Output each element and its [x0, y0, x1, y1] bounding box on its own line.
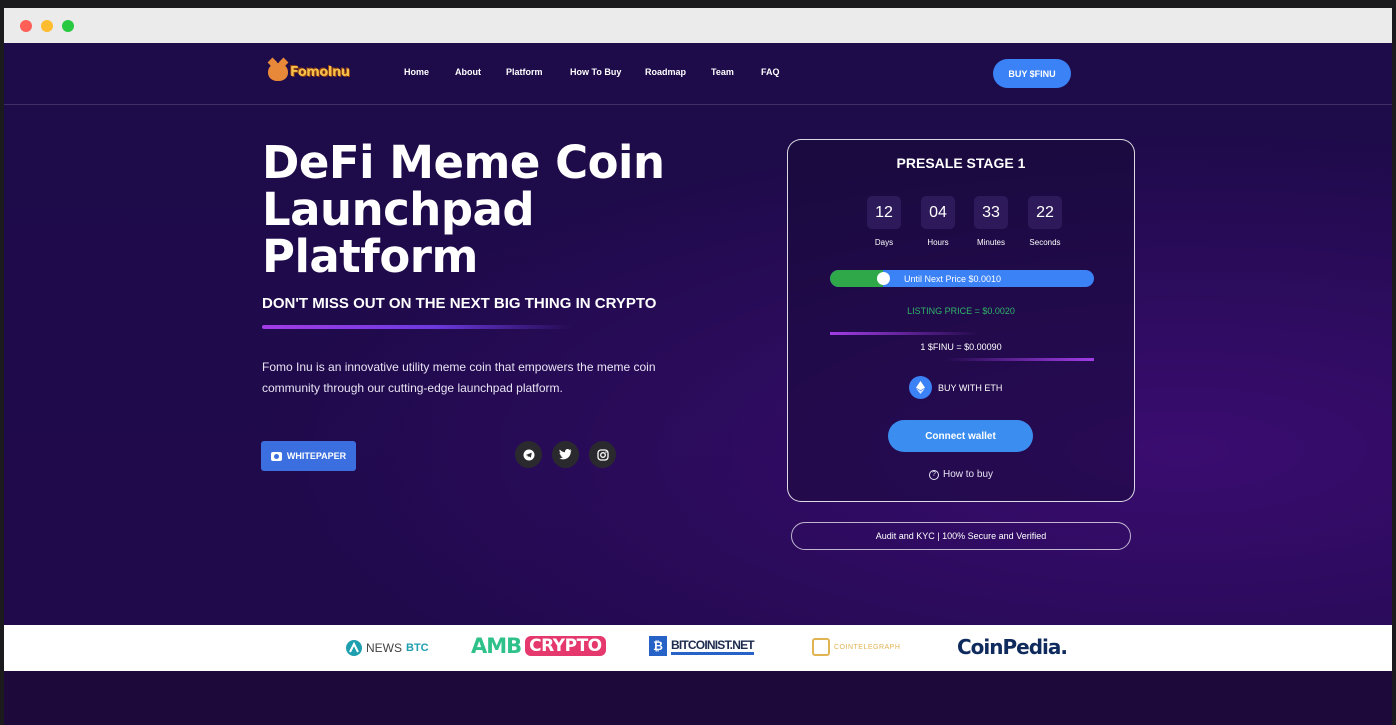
instagram-button[interactable]: [589, 441, 616, 468]
how-to-buy-label: How to buy: [942, 469, 994, 480]
hero-title: DeFi Meme Coin Launchpad Platform: [262, 136, 665, 283]
presale-title: PRESALE STAGE 1: [896, 155, 1026, 171]
nav-link-platform[interactable]: Platform: [506, 67, 543, 77]
progress-knob: [876, 272, 890, 285]
cointelegraph-text: COINTELEGRAPH: [834, 643, 901, 651]
presale-progress-bar: Until Next Price $0.0010: [830, 270, 1094, 287]
close-window-button[interactable]: [20, 20, 32, 32]
nav-link-how-to-buy[interactable]: How To Buy: [570, 67, 621, 77]
countdown-seconds-value: 22: [1028, 196, 1062, 229]
newsbtc-text-b: BTC: [406, 642, 429, 654]
amb-text: AMB: [471, 634, 522, 658]
ambcrypto-logo[interactable]: AMB CRYPTO: [471, 634, 606, 658]
question-icon: ?: [928, 469, 939, 480]
progress-fill: [830, 270, 883, 287]
bitcoin-icon: ₿: [649, 636, 667, 656]
nav-link-faq[interactable]: FAQ: [761, 67, 780, 77]
next-section: [4, 671, 1392, 725]
listing-price: LISTING PRICE = $0.0020: [907, 306, 1015, 316]
instagram-icon: [596, 448, 609, 461]
bitcoinist-logo[interactable]: ₿ BITCOINIST.NET: [649, 636, 755, 656]
newsbtc-text-a: NEWS: [366, 641, 402, 655]
browser-window: FomoInu Home About Platform How To Buy R…: [4, 8, 1392, 725]
coinpedia-logo[interactable]: CoinPedia.: [957, 635, 1068, 659]
token-rate: 1 $FINU = $0.00090: [920, 342, 1002, 352]
logo-text: FomoInu: [290, 64, 350, 80]
maximize-window-button[interactable]: [62, 20, 74, 32]
newsbtc-icon: [346, 640, 362, 656]
cointelegraph-logo[interactable]: COINTELEGRAPH: [812, 638, 900, 656]
nav-link-roadmap[interactable]: Roadmap: [645, 67, 686, 77]
countdown-days-label: Days: [874, 238, 894, 247]
buy-with-eth-label: BUY WITH ETH: [938, 382, 1003, 393]
twitter-icon: [559, 449, 572, 460]
coinpedia-text: CoinPedia.: [957, 635, 1068, 659]
document-icon: [270, 451, 282, 461]
buy-finu-button[interactable]: BUY $FINU: [993, 59, 1071, 88]
crypto-text: CRYPTO: [525, 636, 606, 656]
countdown-hours-label: Hours: [927, 238, 949, 247]
subtitle-underline: [262, 325, 572, 329]
progress-text: Until Next Price $0.0010: [904, 274, 1002, 284]
bitcoinist-text: BITCOINIST.NET: [671, 638, 755, 655]
telegram-icon: [523, 449, 534, 460]
connect-wallet-button[interactable]: Connect wallet: [888, 420, 1033, 452]
press-logos-strip: NEWS BTC AMB CRYPTO ₿ BITCOINIST.NET COI…: [4, 625, 1392, 671]
buy-with-eth-option[interactable]: BUY WITH ETH: [909, 376, 1002, 399]
how-to-buy-link[interactable]: ? How to buy: [788, 469, 1134, 480]
audit-badge: Audit and KYC | 100% Secure and Verified: [791, 522, 1131, 550]
presale-card: PRESALE STAGE 1 12 04 33 22 Days Hours M…: [787, 139, 1135, 502]
countdown-minutes-value: 33: [974, 196, 1008, 229]
nav-link-home[interactable]: Home: [404, 67, 429, 77]
nav-link-about[interactable]: About: [455, 67, 481, 77]
hero-subtitle: DON'T MISS OUT ON THE NEXT BIG THING IN …: [262, 295, 657, 312]
minimize-window-button[interactable]: [41, 20, 53, 32]
navbar: FomoInu Home About Platform How To Buy R…: [4, 43, 1392, 105]
countdown-hours-value: 04: [921, 196, 955, 229]
ethereum-icon: [909, 376, 932, 399]
cointelegraph-icon: [812, 638, 830, 656]
whitepaper-label: WHITEPAPER: [286, 451, 347, 461]
divider-line: [830, 332, 980, 335]
countdown-days-value: 12: [867, 196, 901, 229]
dog-logo-icon: [268, 63, 288, 81]
hero-section: FomoInu Home About Platform How To Buy R…: [4, 43, 1392, 625]
nav-link-team[interactable]: Team: [711, 67, 734, 77]
telegram-button[interactable]: [515, 441, 542, 468]
countdown-minutes-label: Minutes: [976, 238, 1005, 247]
twitter-button[interactable]: [552, 441, 579, 468]
browser-chrome: [4, 8, 1392, 43]
newsbtc-logo[interactable]: NEWS BTC: [346, 640, 429, 656]
divider-line: [944, 358, 1094, 361]
countdown-seconds-label: Seconds: [1029, 238, 1061, 247]
hero-description: Fomo Inu is an innovative utility meme c…: [262, 360, 656, 395]
whitepaper-button[interactable]: WHITEPAPER: [261, 441, 356, 471]
logo[interactable]: FomoInu: [268, 63, 350, 81]
